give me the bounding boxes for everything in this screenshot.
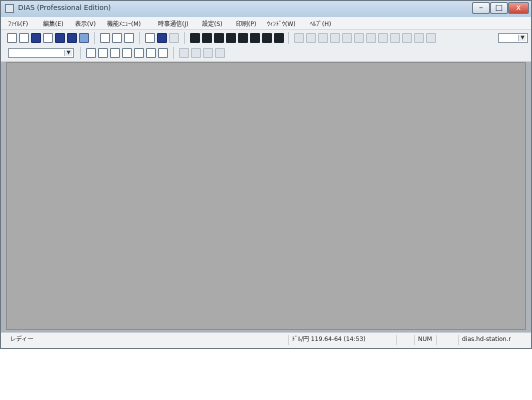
- toolbar-list-icon[interactable]: [43, 33, 53, 43]
- toolbar-pen-icon[interactable]: [100, 33, 110, 43]
- main-toolbar: ▼: [1, 30, 531, 47]
- toolbar-economy-button[interactable]: [134, 48, 144, 58]
- toolbar-draw-icon[interactable]: [330, 33, 340, 43]
- toolbar-cursor-icon[interactable]: [294, 33, 304, 43]
- toolbar-industry-button[interactable]: [202, 33, 212, 43]
- status-quote: ﾄﾞﾙ/円 119.64-64 (14:53): [288, 335, 396, 345]
- toolbar-grid-icon[interactable]: [19, 33, 29, 43]
- toolbar-separator: [288, 32, 289, 44]
- status-server: dias.hd-station.r: [458, 335, 530, 345]
- toolbar-separator: [80, 47, 81, 59]
- app-icon: [5, 4, 14, 13]
- workspace-area[interactable]: [6, 62, 526, 330]
- status-caps: [396, 335, 414, 345]
- toolbar-rates-button[interactable]: [238, 33, 248, 43]
- toolbar-chart-b-icon[interactable]: [414, 33, 424, 43]
- status-ready: レディー: [10, 336, 34, 343]
- toolbar-paste-icon[interactable]: [124, 33, 134, 43]
- toolbar-separator: [184, 32, 185, 44]
- title-bar[interactable]: DIAS (Professional Edition) – □ x: [1, 1, 531, 17]
- toolbar-zoom-icon[interactable]: [366, 33, 376, 43]
- toolbar-analysis-button[interactable]: [262, 33, 272, 43]
- toolbar-forward-icon[interactable]: [191, 48, 201, 58]
- toolbar-separator: [139, 32, 140, 44]
- toolbar-chart-a-icon[interactable]: [402, 33, 412, 43]
- toolbar-futures-button[interactable]: [226, 33, 236, 43]
- toolbar-back-icon[interactable]: [179, 48, 189, 58]
- toolbar-separator: [94, 32, 95, 44]
- toolbar-copy-icon[interactable]: [112, 33, 122, 43]
- toolbar-shape-icon[interactable]: [342, 33, 352, 43]
- window-title: DIAS (Professional Edition): [18, 4, 111, 12]
- toolbar-right-dropdown[interactable]: ▼: [498, 33, 528, 43]
- toolbar-format-icon[interactable]: [158, 48, 168, 58]
- toolbar-mark-icon[interactable]: [354, 33, 364, 43]
- toolbar-chart-c-icon[interactable]: [426, 33, 436, 43]
- toolbar-settings-icon[interactable]: [79, 33, 89, 43]
- toolbar-time-button[interactable]: [122, 48, 132, 58]
- toolbar-detail-button[interactable]: [110, 48, 120, 58]
- toolbar-note-icon[interactable]: [145, 33, 155, 43]
- menu-window[interactable]: ｳｨﾝﾄﾞｳ(W): [267, 19, 296, 28]
- toolbar-stock-button-2[interactable]: [146, 48, 156, 58]
- toolbar-panel-icon[interactable]: [55, 33, 65, 43]
- menu-bar: ﾌｧｲﾙ(F) 編集(E) 表示(V) 機能ﾒﾆｭｰ(M) 時事通信(J) 設定…: [1, 17, 531, 30]
- toolbar-general-button[interactable]: [98, 48, 108, 58]
- toolbar-window-icon[interactable]: [7, 33, 17, 43]
- minimize-button[interactable]: –: [472, 2, 490, 14]
- toolbar-flag-icon[interactable]: [157, 33, 167, 43]
- toolbar-line-icon[interactable]: [318, 33, 328, 43]
- toolbar-stop-icon[interactable]: [215, 48, 225, 58]
- toolbar-compare-icon[interactable]: [390, 33, 400, 43]
- menu-jiji[interactable]: 時事通信(J): [158, 19, 188, 28]
- toolbar-chart-icon[interactable]: [31, 33, 41, 43]
- dropdown-arrow-icon: ▼: [518, 35, 526, 41]
- menu-help[interactable]: ﾍﾙﾌﾟ(H): [310, 19, 331, 28]
- menu-print[interactable]: 印刷(P): [236, 19, 256, 28]
- toolbar-trade-button[interactable]: [250, 33, 260, 43]
- menu-edit[interactable]: 編集(E): [43, 19, 63, 28]
- menu-functions[interactable]: 機能ﾒﾆｭｰ(M): [107, 19, 141, 28]
- toolbar-range-icon[interactable]: [378, 33, 388, 43]
- toolbar-refresh-icon[interactable]: [203, 48, 213, 58]
- toolbar-news-icon[interactable]: [67, 33, 77, 43]
- symbol-dropdown[interactable]: ▼: [8, 48, 74, 58]
- secondary-toolbar: ▼: [1, 46, 531, 62]
- toolbar-graph-button[interactable]: [274, 33, 284, 43]
- dropdown-arrow-icon: ▼: [64, 50, 72, 56]
- close-button[interactable]: x: [508, 2, 529, 14]
- status-bar: レディー ﾄﾞﾙ/円 119.64-64 (14:53) NUM dias.hd…: [1, 332, 531, 348]
- menu-view[interactable]: 表示(V): [75, 19, 96, 28]
- maximize-button[interactable]: □: [490, 2, 508, 14]
- menu-settings[interactable]: 設定(S): [202, 19, 223, 28]
- toolbar-print-icon[interactable]: [169, 33, 179, 43]
- toolbar-separator: [173, 47, 174, 59]
- menu-file[interactable]: ﾌｧｲﾙ(F): [8, 19, 28, 28]
- toolbar-font-icon[interactable]: [86, 48, 96, 58]
- toolbar-stock-button[interactable]: [190, 33, 200, 43]
- toolbar-forex-button[interactable]: [214, 33, 224, 43]
- status-num: NUM: [414, 335, 436, 345]
- app-window: DIAS (Professional Edition) – □ x ﾌｧｲﾙ(F…: [0, 0, 532, 349]
- status-scroll: [436, 335, 458, 345]
- toolbar-text-icon[interactable]: [306, 33, 316, 43]
